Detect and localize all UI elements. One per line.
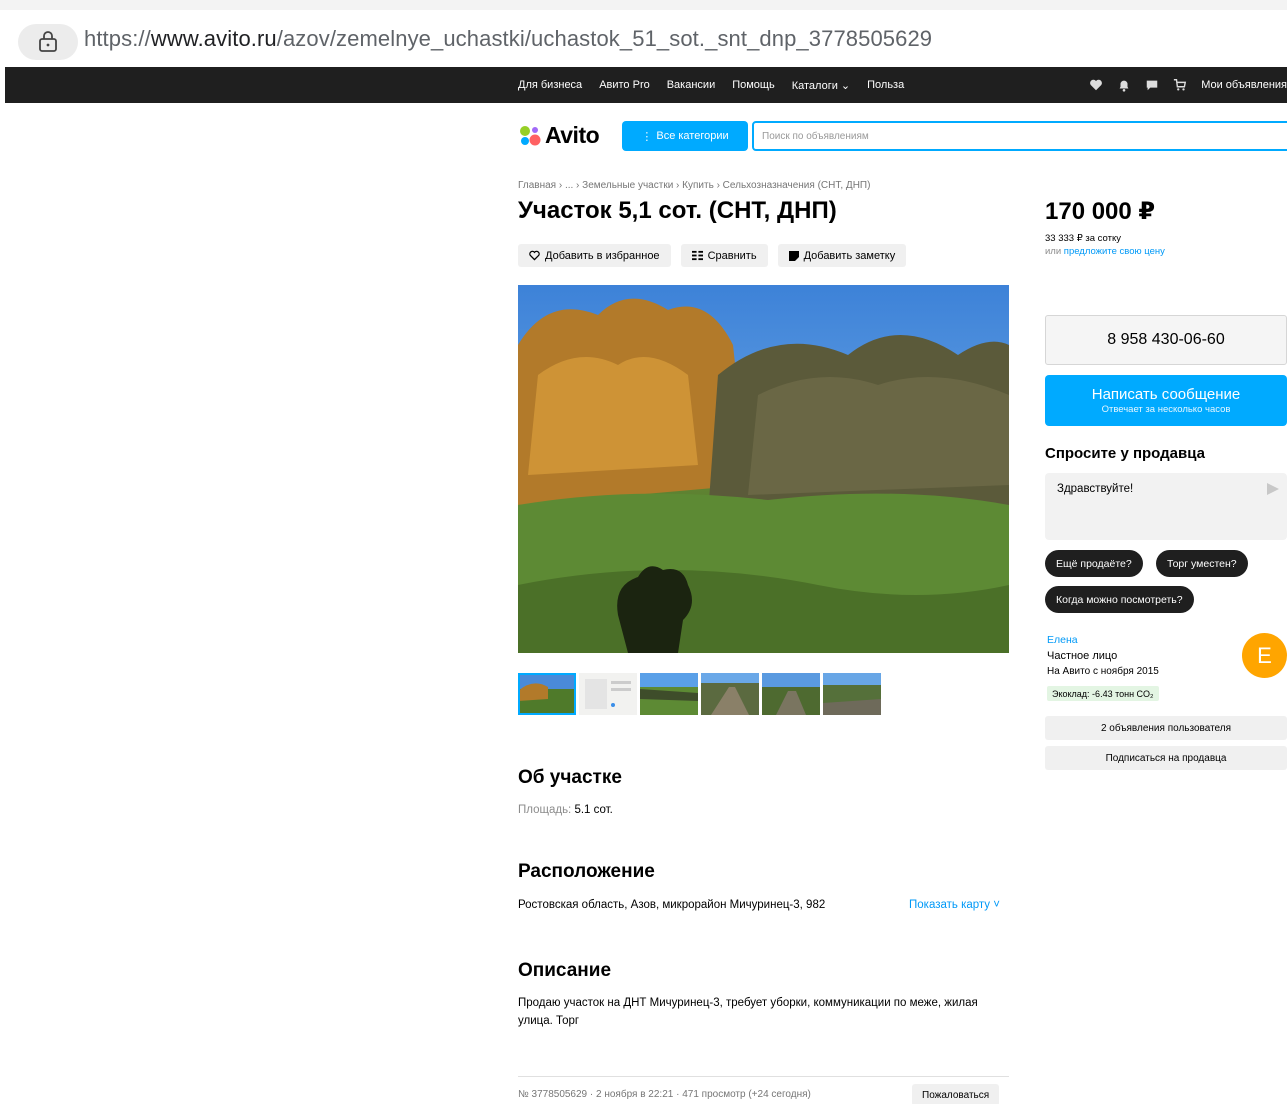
seller-other-ads-button[interactable]: 2 объявления пользователя — [1045, 716, 1287, 740]
offer-prefix: или — [1045, 246, 1064, 257]
thumbnail-4[interactable] — [701, 673, 759, 715]
seller-since: На Авито с ноября 2015 — [1047, 666, 1159, 677]
seller-type: Частное лицо — [1047, 650, 1118, 662]
nav-avito-pro[interactable]: Авито Pro — [599, 79, 650, 91]
url-scheme: https:// — [84, 26, 151, 51]
breadcrumb[interactable]: Главная › ... › Земельные участки › Купи… — [518, 180, 870, 191]
ask-seller-input[interactable]: Здравствуйте! — [1045, 473, 1287, 540]
area-value: 5.1 сот. — [574, 804, 613, 816]
quick-question-bargain[interactable]: Торг уместен? — [1156, 550, 1248, 577]
nav-catalogs[interactable]: Каталоги ⌄ — [792, 79, 850, 92]
offer-price-row: или предложите свою цену — [1045, 246, 1165, 257]
add-note-button[interactable]: Добавить заметку — [777, 244, 907, 267]
heart-icon[interactable] — [1089, 78, 1103, 92]
url-path: /azov/zemelnye_uchastki/uchastok_51_sot.… — [276, 26, 933, 51]
site-info-button[interactable] — [18, 24, 78, 60]
write-message-label: Написать сообщение — [1091, 386, 1241, 403]
phone-button[interactable]: 8 958 430-06-60 — [1045, 315, 1287, 365]
offer-price-link[interactable]: предложите свою цену — [1064, 246, 1165, 257]
ask-seller-text: Здравствуйте! — [1057, 483, 1134, 495]
listing-meta: № 3778505629 · 2 ноября в 22:21 · 471 пр… — [518, 1089, 811, 1100]
send-arrow-icon[interactable] — [1267, 483, 1279, 495]
compare-button[interactable]: Сравнить — [680, 244, 768, 267]
area-label: Площадь: — [518, 804, 572, 816]
my-ads-link[interactable]: Мои объявления — [1201, 79, 1287, 91]
location-heading: Расположение — [518, 861, 655, 882]
browser-url-bar: https://www.avito.ru/azov/zemelnye_uchas… — [0, 0, 1287, 67]
url-host: www.avito.ru — [150, 26, 277, 51]
thumbnail-3[interactable] — [640, 673, 698, 715]
description-text: Продаю участок на ДНТ Мичуринец-3, требу… — [518, 997, 978, 1027]
add-favorite-button[interactable]: Добавить в избранное — [518, 244, 671, 267]
response-time: Отвечает за несколько часов — [1101, 404, 1231, 415]
cart-icon[interactable] — [1173, 78, 1187, 92]
report-button[interactable]: Пожаловаться — [912, 1084, 1000, 1104]
search-input[interactable]: Поиск по объявлениям — [752, 121, 1287, 151]
avito-logo[interactable]: Avito — [518, 122, 600, 149]
categories-label: Все категории — [656, 130, 729, 142]
address-field[interactable]: https://www.avito.ru/azov/zemelnye_uchas… — [84, 26, 932, 52]
eco-badge[interactable]: Экоклад: -6.43 тонн CO₂ — [1047, 686, 1159, 701]
price-per-sotka: 33 333 ₽ за сотку — [1045, 233, 1121, 244]
nav-benefit[interactable]: Польза — [867, 79, 904, 91]
description-heading: Описание — [518, 960, 612, 981]
logo-text: Avito — [545, 122, 600, 148]
page-title: Участок 5,1 сот. (СНТ, ДНП) — [518, 197, 837, 224]
listing-actions: Добавить в избранное Сравнить Добавить з… — [518, 244, 907, 267]
thumbnail-6[interactable] — [823, 673, 881, 715]
nav-business[interactable]: Для бизнеса — [518, 79, 582, 91]
thumbnail-2[interactable] — [579, 673, 637, 715]
seller-avatar[interactable]: Е — [1242, 633, 1287, 678]
nav-help[interactable]: Помощь — [732, 79, 775, 91]
subscribe-seller-button[interactable]: Подписаться на продавца — [1045, 746, 1287, 770]
add-note-label: Добавить заметку — [803, 249, 896, 262]
heart-outline-icon — [529, 250, 540, 261]
quick-question-still-selling[interactable]: Ещё продаёте? — [1045, 550, 1143, 577]
bell-icon[interactable] — [1117, 78, 1131, 92]
all-categories-button[interactable]: ⋮ Все категории — [622, 121, 748, 151]
quick-question-viewing[interactable]: Когда можно посмотреть? — [1045, 586, 1194, 613]
thumbnail-5[interactable] — [762, 673, 820, 715]
chat-icon[interactable] — [1145, 78, 1159, 92]
logo-dots-icon — [520, 125, 541, 145]
categories-icon: ⋮ — [641, 130, 653, 143]
thumbnail-1[interactable] — [518, 673, 576, 715]
about-heading: Об участке — [518, 767, 622, 788]
nav-jobs[interactable]: Вакансии — [667, 79, 716, 91]
write-message-button[interactable]: Написать сообщение Отвечает за несколько… — [1045, 375, 1287, 426]
show-map-link[interactable]: Показать карту ˅ — [909, 899, 1000, 911]
footer-divider — [518, 1076, 1009, 1077]
ask-seller-heading: Спросите у продавца — [1045, 445, 1205, 462]
seller-name-link[interactable]: Елена — [1047, 634, 1078, 646]
lock-icon — [39, 31, 57, 52]
compare-label: Сравнить — [707, 249, 757, 262]
note-icon — [788, 250, 799, 261]
add-favorite-label: Добавить в избранное — [545, 249, 660, 262]
price: 170 000 ₽ — [1045, 198, 1156, 225]
area-row: Площадь: 5.1 сот. — [518, 801, 613, 819]
compare-icon — [691, 250, 703, 261]
top-navigation: Для бизнеса Авито Pro Вакансии Помощь Ка… — [5, 67, 1287, 103]
photo-thumbnails — [518, 673, 881, 715]
main-photo[interactable] — [518, 285, 1009, 653]
address-text: Ростовская область, Азов, микрорайон Мич… — [518, 899, 826, 911]
